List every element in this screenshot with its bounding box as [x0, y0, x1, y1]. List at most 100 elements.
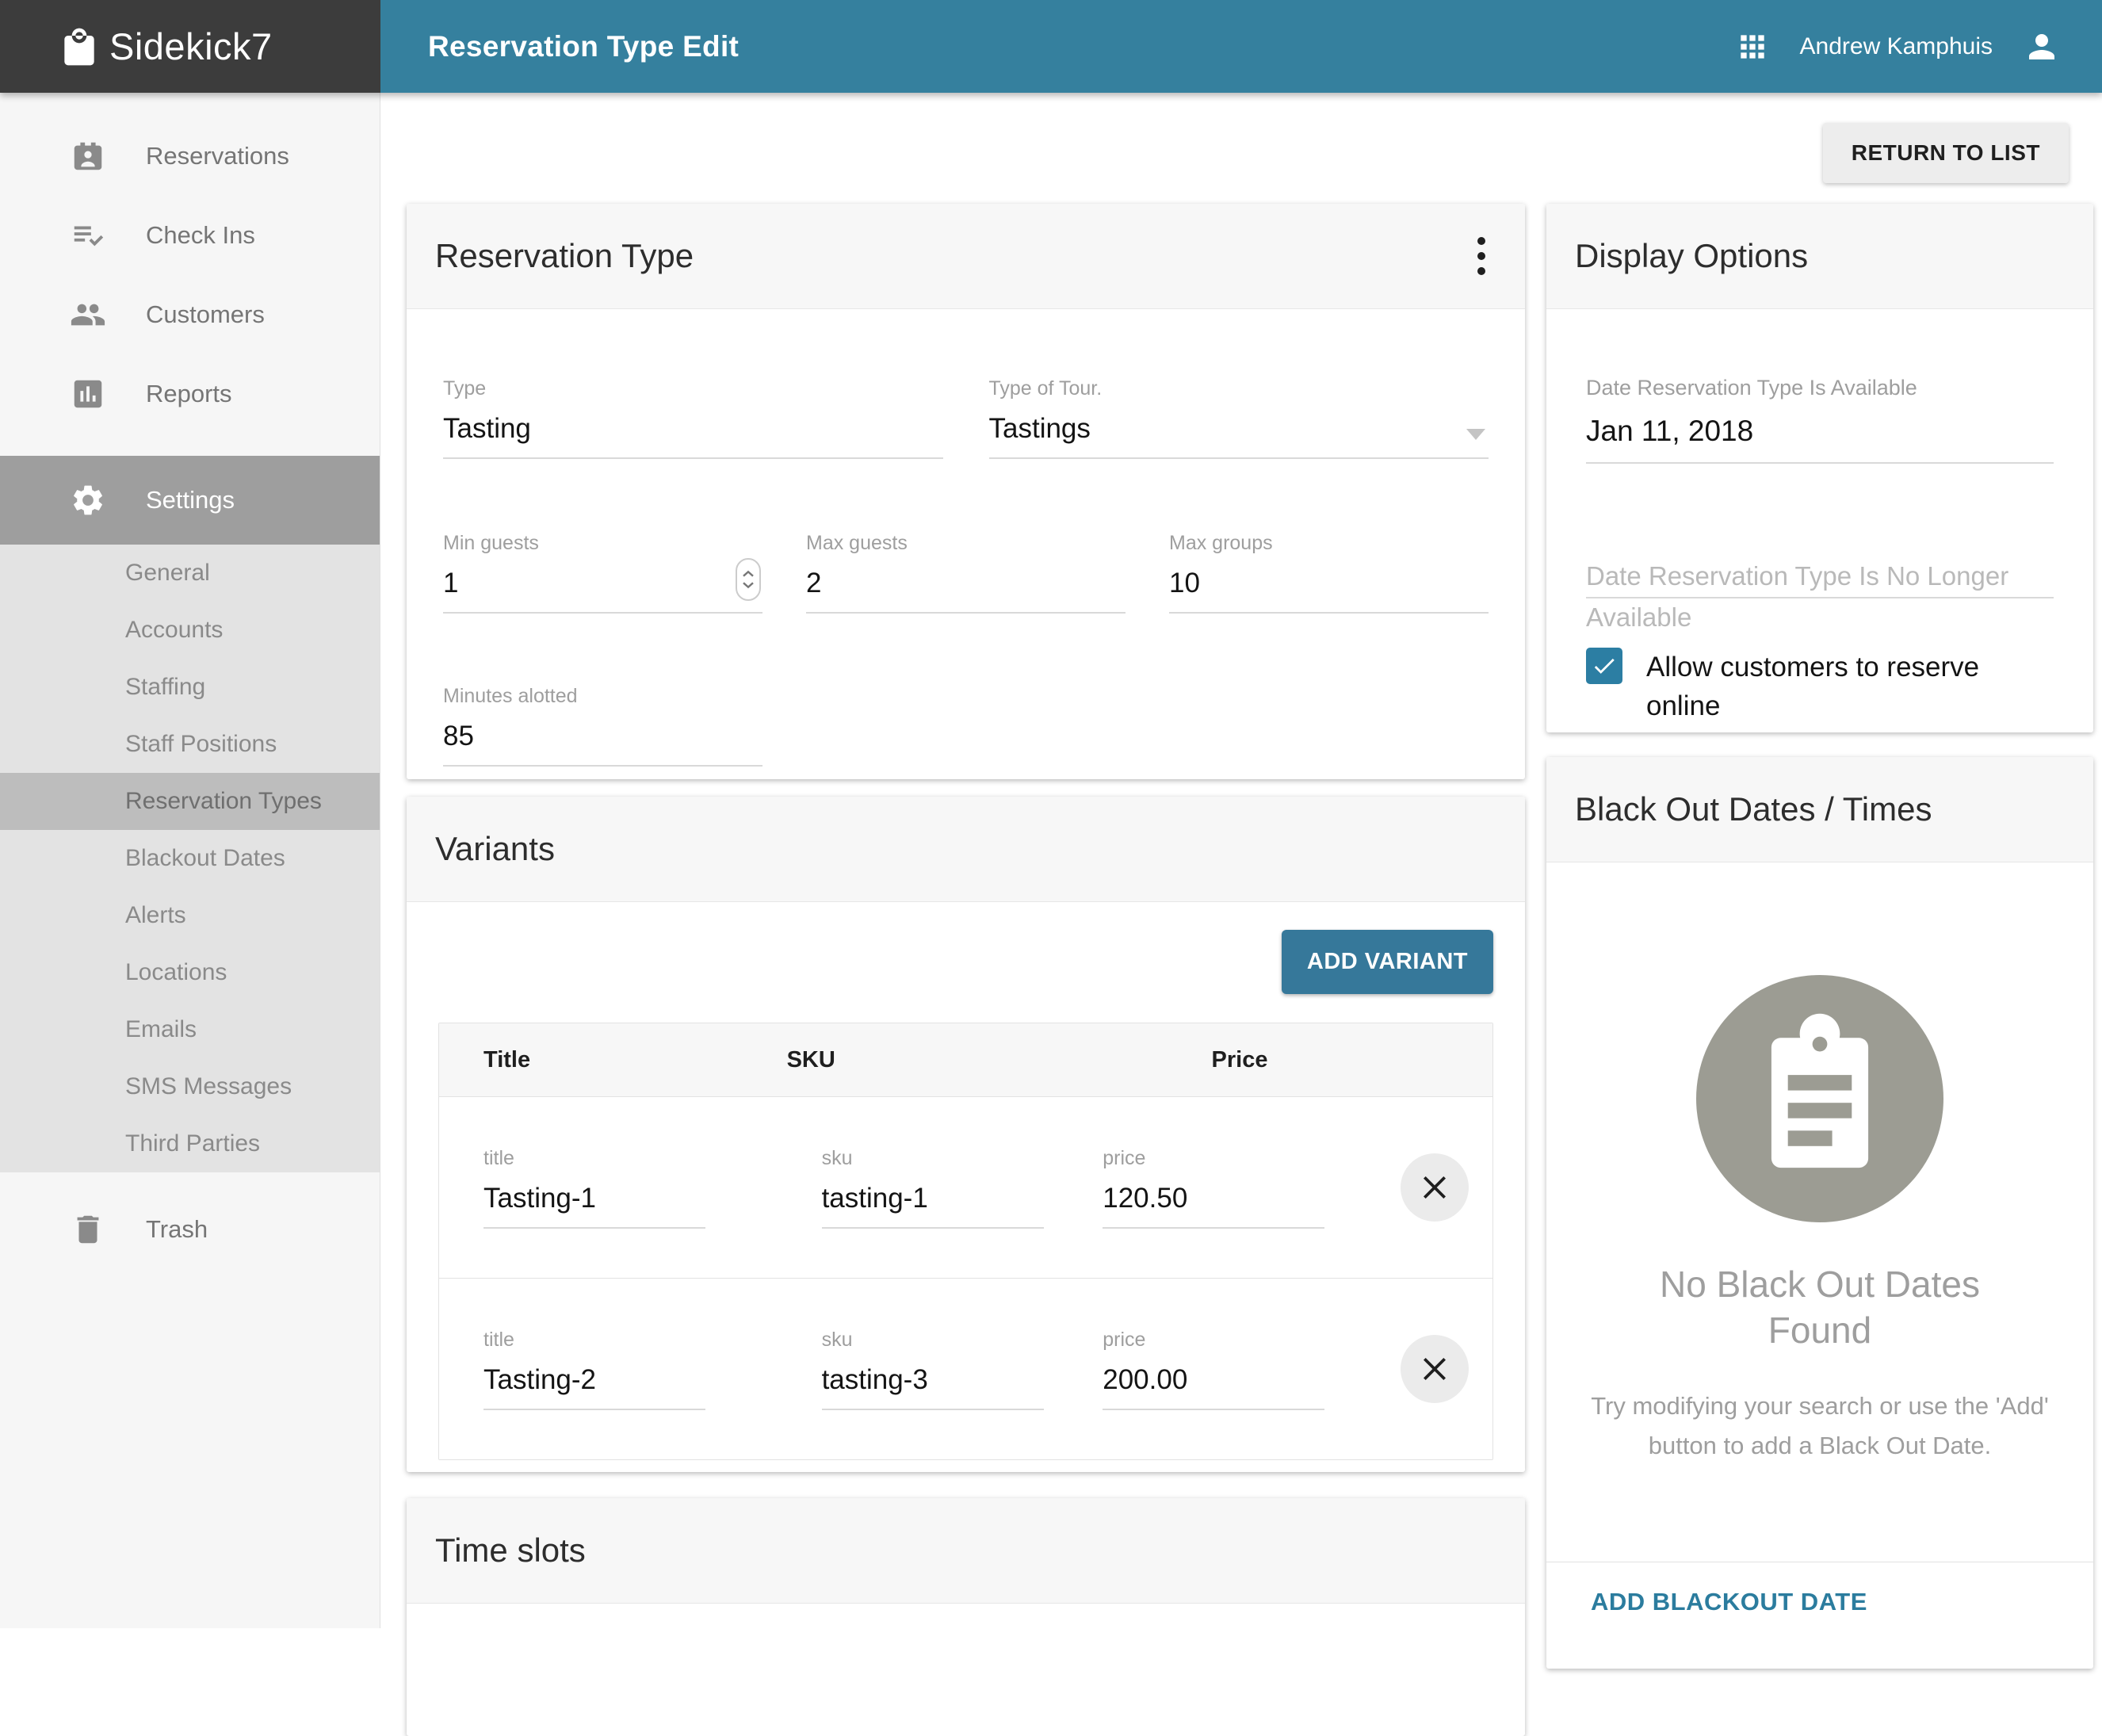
subnav-item-sms-messages[interactable]: SMS Messages — [0, 1058, 380, 1115]
column-header-price: Price — [1212, 1047, 1268, 1073]
sidebar-item-label: Trash — [146, 1215, 208, 1244]
display-options-card-header: Display Options — [1546, 204, 2093, 309]
max-groups-field[interactable]: Max groups 10 — [1169, 532, 1489, 614]
sidebar-item-customers[interactable]: Customers — [0, 275, 380, 354]
sidebar-item-label: Customers — [146, 300, 265, 329]
reservation-type-card-body: Type Tasting Type of Tour. Tastings — [407, 309, 1525, 767]
min-guests-field[interactable]: Min guests 1 — [443, 532, 762, 614]
variants-card-header: Variants — [407, 797, 1525, 902]
variant-title-input[interactable]: Tasting-2 — [483, 1364, 705, 1410]
sidebar-item-check-ins[interactable]: Check Ins — [0, 196, 380, 275]
title-bar: Reservation Type Edit Andrew Kamphuis — [380, 0, 2102, 93]
return-to-list-button[interactable]: RETURN TO LIST — [1823, 123, 2069, 183]
variant-price-input[interactable]: 120.50 — [1103, 1183, 1324, 1229]
type-of-tour-field[interactable]: Type of Tour. Tastings — [989, 377, 1489, 459]
sidebar-item-trash[interactable]: Trash — [0, 1190, 380, 1269]
field-label: Minutes alotted — [443, 685, 762, 708]
sidebar-item-label: Settings — [146, 486, 235, 514]
date-available-input[interactable]: Jan 11, 2018 — [1586, 415, 2054, 464]
date-available-field[interactable]: Date Reservation Type Is Available Jan 1… — [1586, 376, 2054, 464]
clipboard-empty-state-icon — [1696, 975, 1943, 1222]
sidebar-item-settings[interactable]: Settings — [0, 456, 380, 545]
apps-grid-icon[interactable] — [1735, 29, 1770, 64]
blackout-card-footer: ADD BLACKOUT DATE — [1546, 1562, 2093, 1616]
app-root: Sidekick7 Reservation Type Edit Andrew K… — [0, 0, 2102, 1628]
subnav-item-alerts[interactable]: Alerts — [0, 887, 380, 944]
page-title: Reservation Type Edit — [428, 30, 1705, 63]
remove-variant-button[interactable] — [1401, 1153, 1469, 1222]
right-column: Display Options Date Reservation Type Is… — [1546, 204, 2093, 1669]
variants-table: Title SKU Price title Tasting-1 sku — [438, 1023, 1493, 1460]
number-spinner-icon[interactable] — [736, 558, 761, 601]
field-label: Max groups — [1169, 532, 1489, 555]
subnav-item-third-parties[interactable]: Third Parties — [0, 1115, 380, 1172]
person-icon[interactable] — [2023, 28, 2061, 66]
subnav-item-general[interactable]: General — [0, 545, 380, 602]
variant-price-field[interactable]: price 200.00 — [1103, 1329, 1324, 1410]
field-label: Date Reservation Type Is Available — [1586, 376, 2054, 400]
variant-title-field[interactable]: title Tasting-1 — [483, 1147, 705, 1229]
subnav-item-emails[interactable]: Emails — [0, 1001, 380, 1058]
type-of-tour-select[interactable]: Tastings — [989, 413, 1489, 459]
variants-table-header: Title SKU Price — [439, 1023, 1492, 1097]
min-guests-stepper[interactable]: 1 — [443, 568, 762, 614]
field-label: Type — [443, 377, 943, 400]
subnav-item-staff-positions[interactable]: Staff Positions — [0, 716, 380, 773]
subnav-item-blackout-dates[interactable]: Blackout Dates — [0, 830, 380, 887]
max-guests-field[interactable]: Max guests 2 — [806, 532, 1126, 614]
variant-sku-input[interactable]: tasting-3 — [822, 1364, 1044, 1410]
variant-row: title Tasting-2 sku tasting-3 price 200.… — [439, 1278, 1492, 1459]
user-name[interactable]: Andrew Kamphuis — [1800, 33, 1993, 60]
close-icon — [1420, 1354, 1450, 1384]
sidebar-item-reservations[interactable]: Reservations — [0, 117, 380, 196]
subnav-item-accounts[interactable]: Accounts — [0, 602, 380, 659]
blackout-dates-card: Black Out Dates / Times No Black Out Dat… — [1546, 757, 2093, 1669]
reservation-type-card-header: Reservation Type — [407, 204, 1525, 309]
variant-title-field[interactable]: title Tasting-2 — [483, 1329, 705, 1410]
sidebar-item-reports[interactable]: Reports — [0, 354, 380, 434]
max-groups-input[interactable]: 10 — [1169, 568, 1489, 614]
type-input[interactable]: Tasting — [443, 413, 943, 459]
variant-title-input[interactable]: Tasting-1 — [483, 1183, 705, 1229]
brand-logo[interactable]: Sidekick7 — [0, 0, 380, 93]
add-blackout-date-button[interactable]: ADD BLACKOUT DATE — [1591, 1588, 1867, 1616]
subnav-item-locations[interactable]: Locations — [0, 944, 380, 1001]
card-title: Display Options — [1575, 237, 2065, 275]
field-label: Max guests — [806, 532, 1126, 555]
variant-price-field[interactable]: price 120.50 — [1103, 1147, 1324, 1229]
column-header-sku: SKU — [787, 1047, 1103, 1073]
minutes-alotted-input[interactable]: 85 — [443, 721, 762, 767]
kebab-menu-icon[interactable] — [1466, 229, 1496, 283]
sidebar-item-label: Check Ins — [146, 221, 255, 250]
card-title: Reservation Type — [435, 237, 1466, 275]
date-no-longer-available-field[interactable]: Date Reservation Type Is No Longer Avail… — [1586, 556, 2054, 598]
variant-row: title Tasting-1 sku tasting-1 price 120.… — [439, 1097, 1492, 1278]
empty-state-message: Try modifying your search or use the 'Ad… — [1590, 1386, 2050, 1465]
badge-icon — [70, 138, 106, 174]
chevron-down-icon — [1466, 429, 1485, 440]
allow-online-checkbox[interactable] — [1586, 648, 1622, 684]
card-title: Variants — [435, 830, 1496, 868]
field-placeholder: Date Reservation Type Is No Longer Avail… — [1586, 556, 2070, 638]
variant-sku-field[interactable]: sku tasting-1 — [822, 1147, 1044, 1229]
variant-price-input[interactable]: 200.00 — [1103, 1364, 1324, 1410]
minutes-alotted-field[interactable]: Minutes alotted 85 — [443, 685, 762, 767]
column-header-title: Title — [439, 1047, 787, 1073]
subnav-item-reservation-types[interactable]: Reservation Types — [0, 773, 380, 830]
gear-icon — [70, 482, 106, 518]
settings-subnav: General Accounts Staffing Staff Position… — [0, 545, 380, 1172]
variant-sku-field[interactable]: sku tasting-3 — [822, 1329, 1044, 1410]
subnav-item-staffing[interactable]: Staffing — [0, 659, 380, 716]
add-variant-button[interactable]: ADD VARIANT — [1282, 930, 1493, 994]
brand-name: Sidekick7 — [109, 25, 273, 68]
max-guests-input[interactable]: 2 — [806, 568, 1126, 614]
allow-online-label[interactable]: Allow customers to reserve online — [1646, 648, 2019, 725]
left-column: Reservation Type Type Tasting Type of To… — [407, 204, 1525, 1736]
card-title: Black Out Dates / Times — [1575, 790, 2065, 828]
variant-sku-input[interactable]: tasting-1 — [822, 1183, 1044, 1229]
empty-state-title: No Black Out Dates Found — [1614, 1262, 2026, 1353]
shopping-bag-icon — [57, 25, 101, 69]
remove-variant-button[interactable] — [1401, 1335, 1469, 1403]
type-field[interactable]: Type Tasting — [443, 377, 943, 459]
variants-card-body: ADD VARIANT Title SKU Price title Tastin… — [407, 902, 1525, 1460]
